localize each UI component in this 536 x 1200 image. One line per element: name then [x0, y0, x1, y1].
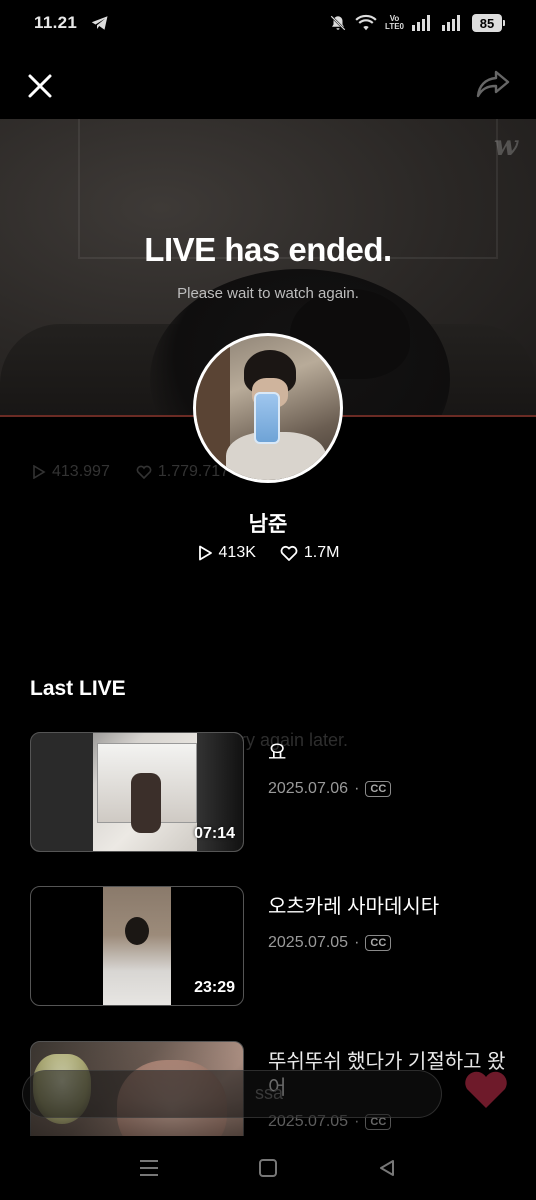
- signal-icon-2: [442, 15, 460, 31]
- heart-icon: [280, 545, 298, 561]
- video-meta: 2025.07.06 · CC: [268, 780, 392, 798]
- close-button[interactable]: [22, 68, 58, 104]
- recents-button[interactable]: [129, 1148, 169, 1188]
- list-item[interactable]: 23:29 오츠카레 사마데시타 2025.07.05 · CC: [30, 886, 510, 1006]
- back-icon: [379, 1160, 394, 1176]
- heart-icon: [465, 1071, 507, 1108]
- weverse-logo: w: [493, 129, 518, 162]
- back-button[interactable]: [367, 1148, 407, 1188]
- play-icon: [33, 465, 46, 479]
- heart-icon: [136, 465, 152, 479]
- last-live-heading: Last LIVE: [30, 677, 126, 700]
- menu-icon: [140, 1160, 159, 1176]
- status-icons: Vo LTE0 85: [329, 14, 505, 32]
- live-ended-title: LIVE has ended.: [144, 231, 392, 268]
- mute-icon: [330, 15, 346, 31]
- telegram-icon: [91, 16, 108, 30]
- status-time: 11.21: [34, 13, 78, 32]
- volte-bottom: LTE0: [385, 22, 404, 31]
- comment-placeholder: ssa: [255, 1083, 284, 1103]
- cc-badge: CC: [365, 935, 392, 951]
- play-icon: [198, 545, 212, 561]
- comment-input[interactable]: ssa: [22, 1070, 442, 1118]
- ghost-plays: 413.997: [52, 463, 110, 480]
- signal-icon-1: [412, 15, 430, 31]
- battery-indicator: 85: [472, 14, 505, 32]
- profile-name[interactable]: 남준: [0, 508, 536, 538]
- profile-plays: 413K: [218, 544, 256, 561]
- avatar[interactable]: [193, 333, 343, 483]
- cc-badge: CC: [365, 781, 392, 797]
- list-item[interactable]: 07:14 요 2025.07.06 · CC: [30, 732, 510, 852]
- home-button[interactable]: [248, 1148, 288, 1188]
- video-title[interactable]: 요: [268, 740, 508, 766]
- close-icon: [28, 74, 52, 98]
- video-duration: 07:14: [194, 825, 235, 842]
- video-title[interactable]: 오츠카레 사마데시타: [268, 894, 508, 920]
- share-icon: [476, 70, 510, 98]
- home-icon: [258, 1159, 277, 1177]
- video-meta: 2025.07.05 · CC: [268, 934, 392, 952]
- volte-indicator: Vo LTE0: [385, 15, 404, 31]
- video-duration: 23:29: [194, 979, 235, 996]
- share-button[interactable]: [474, 66, 512, 102]
- like-button[interactable]: [462, 1067, 510, 1111]
- wifi-icon: [355, 14, 377, 31]
- video-date: 2025.07.06: [268, 780, 349, 797]
- video-thumbnail[interactable]: 07:14: [30, 732, 244, 852]
- system-nav-bar: [0, 1136, 536, 1200]
- video-thumbnail[interactable]: 23:29: [30, 886, 244, 1006]
- profile-stats: 413K 1.7M: [0, 544, 536, 562]
- video-date: 2025.07.05: [268, 934, 349, 951]
- status-bar: 11.21 Vo LTE0 85: [0, 0, 536, 46]
- live-ended-subtitle: Please wait to watch again.: [177, 285, 359, 302]
- profile-likes: 1.7M: [303, 544, 340, 561]
